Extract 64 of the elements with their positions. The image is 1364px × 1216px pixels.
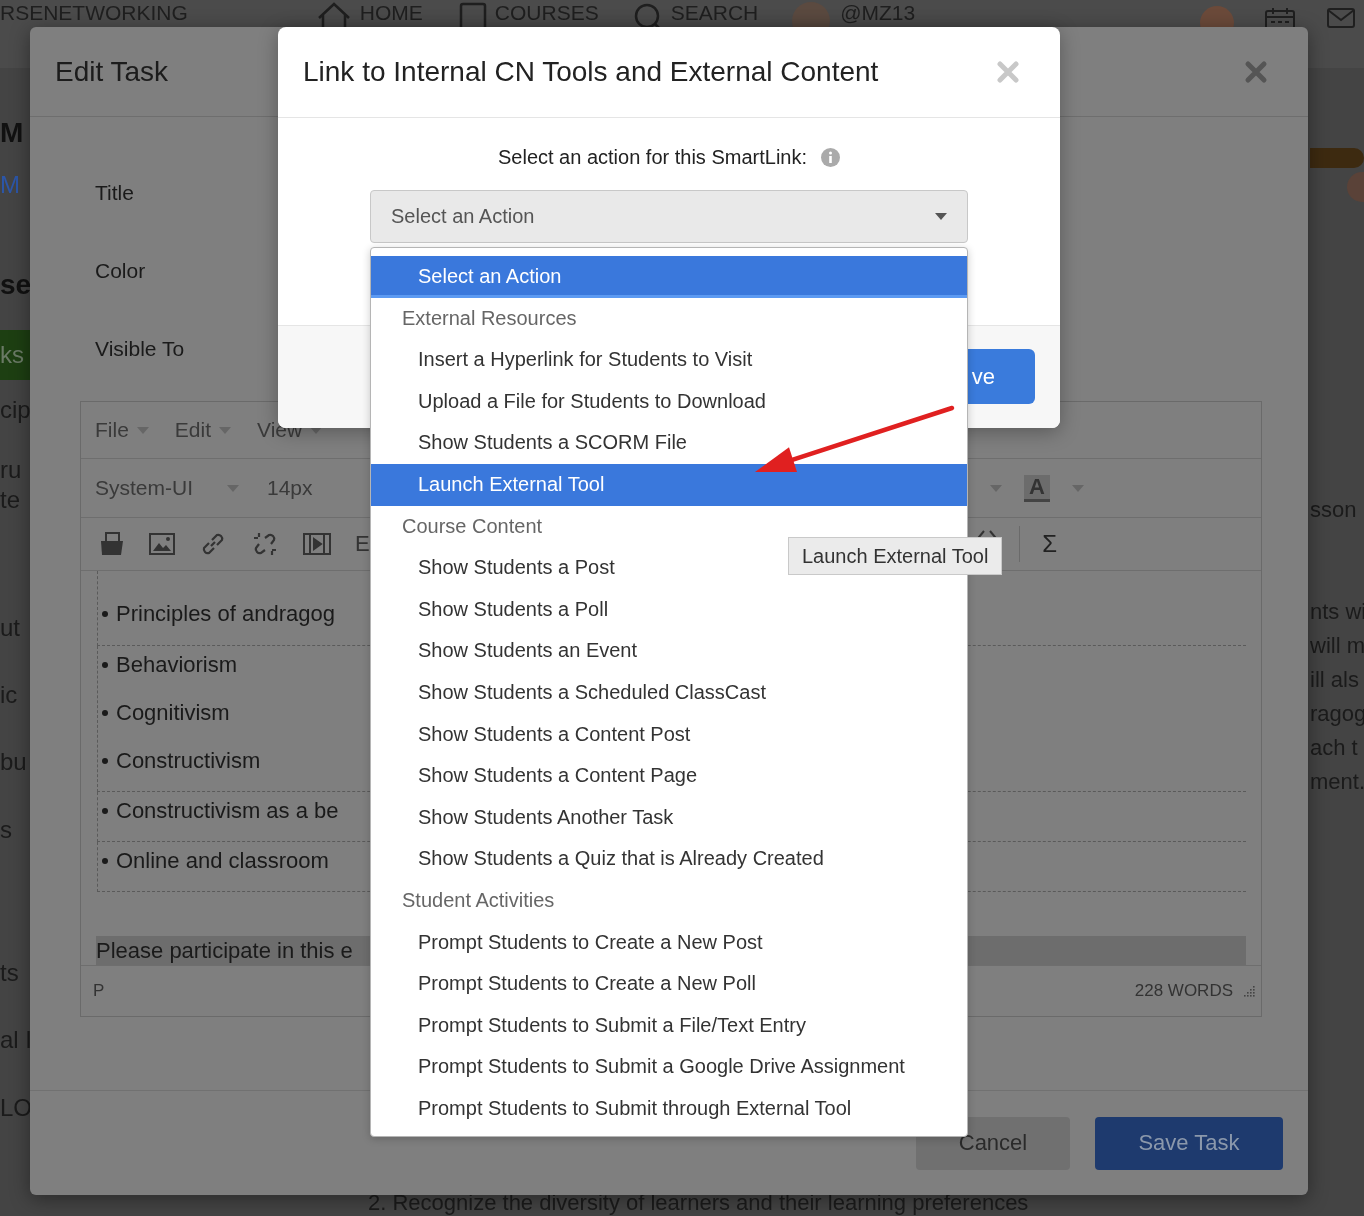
menu-item[interactable]: Edit: [174, 418, 232, 442]
bullet-icon: [102, 758, 108, 764]
font-dropdown[interactable]: System-UI: [95, 476, 193, 500]
dialog-title: Link to Internal CN Tools and External Content: [303, 56, 879, 88]
caret-icon: [990, 484, 1002, 492]
save-button[interactable]: Save Task: [1095, 1116, 1283, 1170]
list-item-text: Cognitivism: [116, 699, 230, 727]
caret-icon: [935, 213, 947, 220]
dropdown-option[interactable]: Select an Action: [371, 256, 967, 298]
element-path[interactable]: P: [93, 981, 105, 1001]
dropdown-option[interactable]: Show Students a Quiz that is Already Created: [371, 838, 967, 880]
dropdown-option[interactable]: Show Students a Content Page: [371, 755, 967, 797]
dropdown-option[interactable]: Show Students a Content Post: [371, 713, 967, 756]
close-icon[interactable]: [1244, 59, 1268, 84]
dropdown-option[interactable]: Prompt Students to Submit a File/Text Entry: [371, 1004, 967, 1047]
font-size-dropdown[interactable]: 14px: [267, 476, 313, 500]
dropdown-option[interactable]: Upload a File for Students to Download: [371, 380, 967, 423]
dropdown-option[interactable]: Show Students a Scheduled ClassCast: [371, 671, 967, 714]
field-label: Visible To: [94, 336, 185, 362]
option-group-label: Course Content: [401, 513, 544, 539]
list-item-text: Principles of andragog: [116, 600, 335, 628]
bullet-icon: [102, 858, 108, 864]
option-group-label: Student Activities: [401, 887, 556, 913]
dropdown-option[interactable]: Insert a Hyperlink for Students to Visit: [371, 339, 967, 381]
film-icon[interactable]: [303, 533, 331, 555]
list-item-text: Online and classroom: [116, 847, 329, 875]
info-icon[interactable]: [821, 147, 840, 167]
word-count: 228 WORDS: [1134, 981, 1233, 1001]
toolbar-button[interactable]: E: [355, 531, 370, 557]
dropdown-option[interactable]: Launch External Tool: [371, 463, 967, 506]
caret-icon: [136, 426, 149, 434]
action-select[interactable]: Select an Action: [370, 190, 968, 243]
bullet-icon: [102, 662, 108, 668]
status-pill: [1310, 148, 1364, 168]
option-group-label: External Resources: [401, 305, 578, 331]
menu-item[interactable]: File: [95, 418, 149, 442]
tooltip: Launch External Tool: [788, 537, 1003, 575]
bullet-icon: [102, 808, 108, 814]
dialog-title: Edit Task: [55, 55, 169, 88]
resize-grip-icon[interactable]: [1241, 984, 1255, 998]
caret-icon: [227, 484, 239, 492]
mail-icon[interactable]: [1326, 6, 1356, 30]
text-color-button[interactable]: A: [1024, 474, 1050, 502]
bullet-icon: [102, 710, 108, 716]
dropdown-option[interactable]: Show Students a SCORM File: [371, 422, 967, 464]
bullet-icon: [102, 611, 108, 617]
dropdown-option[interactable]: Prompt Students to Submit a Google Drive Assignment: [371, 1046, 967, 1088]
formula-button[interactable]: Σ: [1042, 530, 1057, 558]
caret-icon: [219, 426, 232, 434]
list-item-text: Behaviorism: [116, 651, 238, 679]
list-item-text: Constructivism: [116, 747, 261, 775]
dropdown-option[interactable]: Show Students Another Task: [371, 796, 967, 839]
dropdown-option[interactable]: Show Students an Event: [371, 630, 967, 672]
page-text[interactable]: ks: [0, 330, 30, 380]
dropdown-option[interactable]: Show Students a Poll: [371, 588, 967, 631]
caret-icon: [1072, 484, 1084, 492]
image-icon[interactable]: [149, 533, 175, 555]
folder-icon[interactable]: [99, 531, 125, 557]
prompt-label: Select an action for this SmartLink:: [497, 145, 807, 170]
field-label: Title: [94, 180, 134, 206]
field-label: Color: [94, 258, 146, 284]
list-item-text: Constructivism as a be: [116, 797, 339, 825]
unlink-icon[interactable]: [251, 530, 279, 558]
dropdown-option[interactable]: Prompt Students to Create a New Poll: [371, 963, 967, 1005]
